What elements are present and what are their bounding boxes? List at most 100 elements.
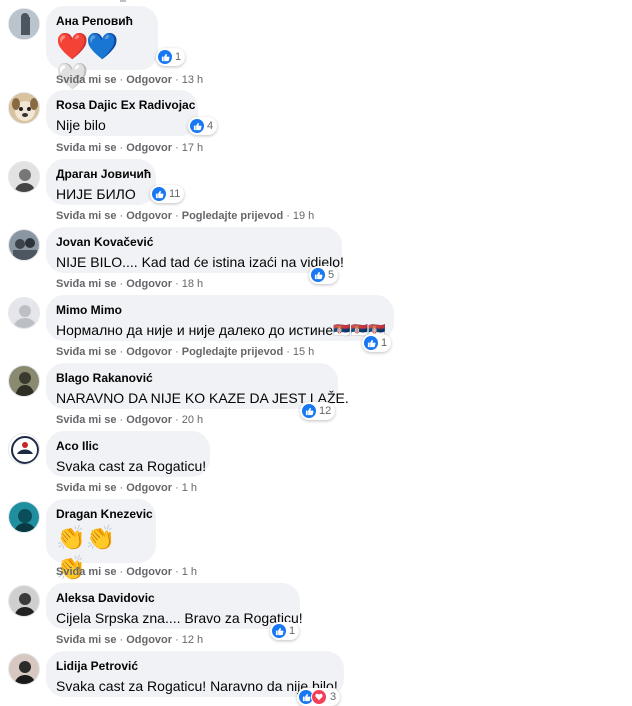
reaction-count[interactable]: 4 [188,117,218,135]
comment-actions: Sviđa mi se · Odgovor · 18 h [56,278,204,290]
comment-actions: Sviđa mi se · Odgovor · 13 h [56,74,204,86]
comment-actions: Sviđa mi se · Odgovor · 12 h [56,634,204,646]
reaction-number: 4 [207,120,214,132]
comment-actions: Sviđa mi se · Odgovor · 20 h [56,414,204,426]
like-icon [302,404,316,418]
comment-time[interactable]: 15 h [293,346,314,358]
avatar-image [9,654,39,684]
reaction-count[interactable]: 5 [309,266,339,284]
reaction-number: 1 [289,625,296,637]
like-button[interactable]: Sviđa mi se [56,482,117,494]
avatar[interactable] [8,297,40,329]
comment-time[interactable]: 1 h [182,482,197,494]
comment-author[interactable]: Aleksa Davidovic [56,590,288,606]
reaction-count[interactable]: 1 [156,48,186,66]
comment-actions: Sviđa mi se · Odgovor · 1 h [56,482,198,494]
comment-actions: Sviđa mi se · Odgovor · 1 h [56,566,198,578]
comment-author[interactable]: Mimo Mimo [56,302,382,318]
comment-actions: Sviđa mi se · Odgovor · 17 h [56,142,204,154]
like-button[interactable]: Sviđa mi se [56,74,117,86]
comment-text: NARAVNO DA NIJE KO KAZE DA JEST LAŽE. [56,390,349,406]
avatar-image [9,586,39,616]
comment-bubble: Ана Реповић ❤️💙🤍 [46,6,158,91]
comment-author[interactable]: Jovan Kovačević [56,234,330,250]
reply-button[interactable]: Odgovor [126,414,172,426]
thread-line [120,0,126,2]
reaction-count[interactable]: 12 [300,402,336,420]
avatar-image [9,366,39,396]
comment-text: Нормално да није и није далеко до истине… [56,322,386,338]
reaction-count[interactable]: 11 [150,185,185,203]
avatar[interactable] [8,92,40,124]
reaction-number: 5 [328,269,335,281]
comment-actions: Sviđa mi se · Odgovor · Pogledajte prijevod ·… [56,210,315,222]
reply-button[interactable]: Odgovor [126,346,172,358]
reaction-number: 3 [330,691,337,703]
avatar[interactable] [8,229,40,261]
comment-time[interactable]: 12 h [182,634,203,646]
comment-author[interactable]: Aco Ilic [56,438,198,454]
like-button[interactable]: Sviđa mi se [56,210,117,222]
avatar[interactable] [8,8,40,40]
like-icon [152,187,166,201]
reaction-number: 1 [175,51,182,63]
reply-button[interactable]: Odgovor [126,210,172,222]
comment-text: NIJE BILO.... Kad tad će istina izaći na… [56,254,344,270]
comment-time[interactable]: 20 h [182,414,203,426]
like-icon [158,50,172,64]
comment-text: Svaka cast za Rogaticu! Naravno da nije … [56,678,338,694]
avatar-image [9,9,39,39]
avatar[interactable] [8,365,40,397]
comment-time[interactable]: 13 h [182,74,203,86]
reaction-count[interactable]: 1 [270,622,300,640]
reaction-number: 12 [319,405,332,417]
comment-author[interactable]: Ана Реповић [56,13,146,29]
like-icon [364,336,378,350]
comment-bubble: Aleksa Davidovic Cijela Srpska zna.... B… [46,583,303,629]
comment-time[interactable]: 19 h [293,210,314,222]
like-icon [311,268,325,282]
translate-button[interactable]: Pogledajte prijevod [182,346,283,358]
comment-author[interactable]: Драган Јовичић [56,166,151,182]
comment-text: Nije bilo [56,117,106,133]
avatar[interactable] [8,653,40,685]
like-button[interactable]: Sviđa mi se [56,346,117,358]
reply-button[interactable]: Odgovor [126,482,172,494]
comment-bubble: Mimo Mimo Нормално да није и није далеко… [46,295,394,341]
like-button[interactable]: Sviđa mi se [56,278,117,290]
reply-button[interactable]: Odgovor [126,634,172,646]
like-button[interactable]: Sviđa mi se [56,142,117,154]
reaction-count[interactable]: 3 [297,688,341,706]
avatar[interactable] [8,433,40,465]
like-button[interactable]: Sviđa mi se [56,566,117,578]
reply-button[interactable]: Odgovor [126,74,172,86]
comment-author[interactable]: Dragan Knezevic [56,506,153,522]
avatar[interactable] [8,161,40,193]
like-icon [190,119,204,133]
reply-button[interactable]: Odgovor [126,566,172,578]
love-icon [311,689,327,705]
comment-time[interactable]: 17 h [182,142,203,154]
comment-bubble: Rosa Dajic Ex Radivojac Nije bilo [46,90,198,136]
comment-bubble: Aco Ilic Svaka cast za Rogaticu! [46,431,210,477]
like-icon [272,624,286,638]
avatar-image [9,434,39,464]
comment-author[interactable]: Rosa Dajic Ex Radivojac [56,97,195,113]
avatar-image [9,93,39,123]
like-button[interactable]: Sviđa mi se [56,634,117,646]
comment-bubble: Blago Rakanović NARAVNO DA NIJE KO KAZE … [46,363,349,409]
reply-button[interactable]: Odgovor [126,142,172,154]
like-button[interactable]: Sviđa mi se [56,414,117,426]
avatar[interactable] [8,501,40,533]
avatar[interactable] [8,585,40,617]
reaction-count[interactable]: 1 [362,334,392,352]
comment-time[interactable]: 18 h [182,278,203,290]
comment-text: НИЈЕ БИЛО [56,186,136,202]
comment-author[interactable]: Blago Rakanović [56,370,326,386]
comment-time[interactable]: 1 h [182,566,197,578]
avatar-image [9,162,39,192]
reply-button[interactable]: Odgovor [126,278,172,290]
translate-button[interactable]: Pogledajte prijevod [182,210,283,222]
avatar-image [9,502,39,532]
comment-author[interactable]: Lidija Petrović [56,658,332,674]
